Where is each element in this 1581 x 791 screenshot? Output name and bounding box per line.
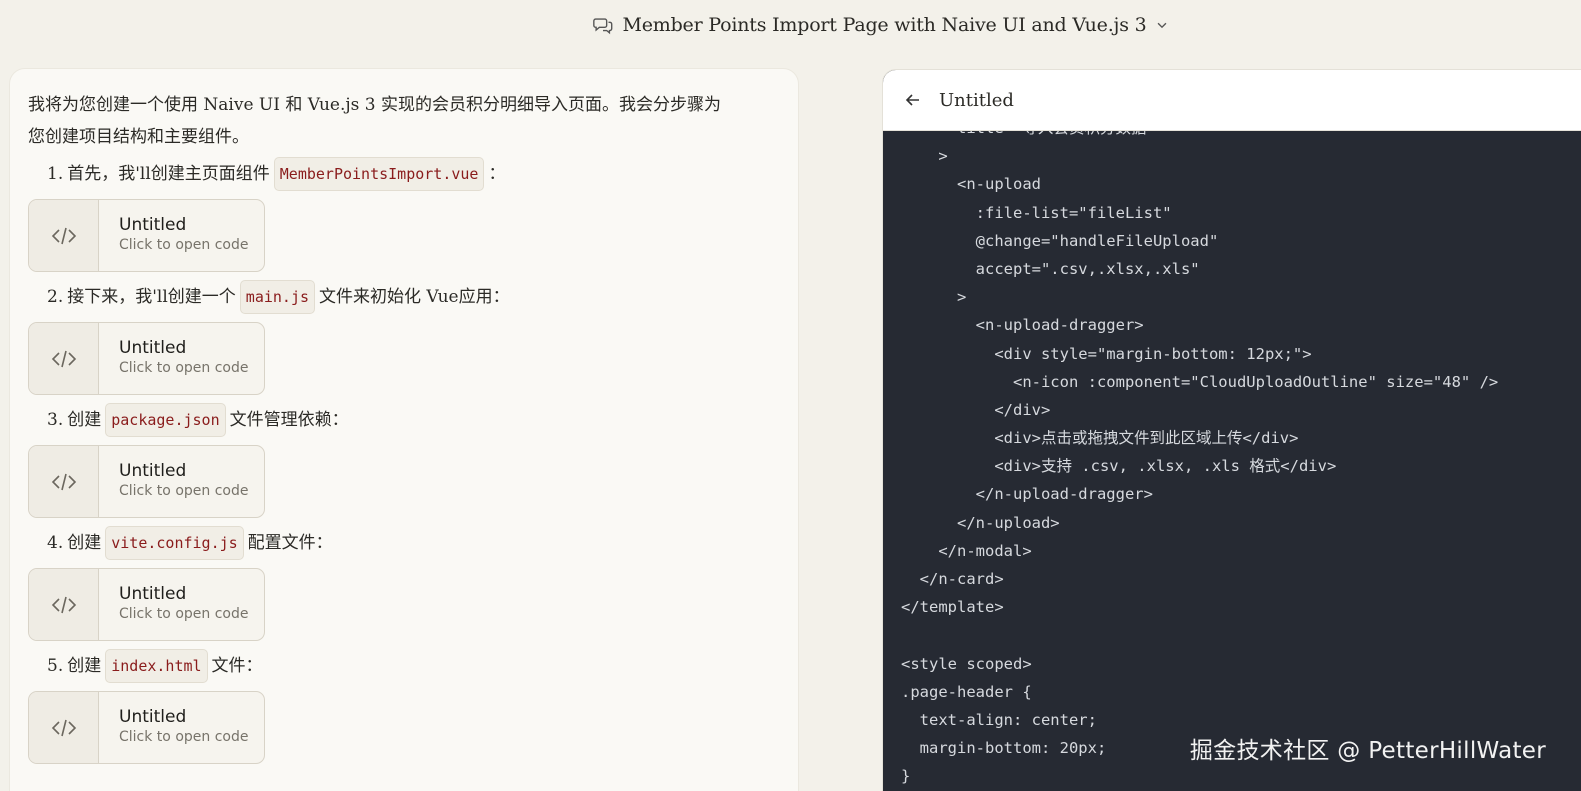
step-text-after: 文件管理依赖： [229, 410, 349, 430]
artifact-subtitle: Click to open code [119, 237, 249, 253]
artifact-card[interactable]: Untitled Click to open code [28, 445, 265, 518]
code-line: <n-upload [901, 175, 1041, 194]
inline-code: MemberPointsImport.vue [273, 157, 485, 191]
step-text: 接下来，我'll创建一个 [67, 287, 236, 307]
step-item: 1. 首先，我'll创建主页面组件 MemberPointsImport.vue： [28, 157, 780, 191]
steps-list: 1. 首先，我'll创建主页面组件 MemberPointsImport.vue： U… [28, 157, 780, 764]
artifact-card[interactable]: Untitled Click to open code [28, 691, 265, 764]
artifact-name: Untitled [119, 338, 187, 358]
inline-code: main.js [239, 280, 316, 314]
artifact-meta: Untitled Click to open code [99, 692, 248, 763]
code-line: <n-upload-dragger> [901, 316, 1144, 335]
arrow-left-icon[interactable] [903, 90, 923, 110]
code-brackets-icon [29, 446, 99, 517]
code-line: .page-header { [901, 682, 1032, 701]
watermark: 掘金技术社区 @ PetterHillWater [1189, 738, 1546, 764]
step-item: 4. 创建 vite.config.js 配置文件： [28, 526, 780, 560]
code-line: <style scoped> [901, 654, 1032, 673]
code-line: @change="handleFileUpload" [901, 231, 1219, 250]
artifact-meta: Untitled Click to open code [99, 446, 248, 517]
step-number: 5. [47, 656, 64, 676]
artifact-name: Untitled [119, 461, 187, 481]
code-line: } [901, 767, 911, 786]
conversation-title-dropdown[interactable]: Member Points Import Page with Naive UI … [592, 14, 1168, 36]
step-text-after: 配置文件： [247, 533, 333, 553]
code-brackets-icon [29, 692, 99, 763]
artifact-name: Untitled [119, 707, 187, 727]
inline-code: vite.config.js [105, 526, 244, 560]
artifact-card[interactable]: Untitled Click to open code [28, 322, 265, 395]
code-line: </n-modal> [901, 541, 1032, 560]
code-line: title="导入会员积分数据" [901, 131, 1498, 142]
step-item: 2. 接下来，我'll创建一个 main.js 文件来初始化 Vue应用： [28, 280, 780, 314]
artifact-meta: Untitled Click to open code [99, 323, 248, 394]
top-bar: Member Points Import Page with Naive UI … [0, 0, 1581, 50]
artifact-name: Untitled [119, 215, 187, 235]
code-panel-header: Untitled [883, 70, 1581, 131]
step-item: 5. 创建 index.html 文件： [28, 649, 780, 683]
code-lines: title="导入会员积分数据" > <n-upload :file-list=… [901, 131, 1498, 791]
step-text: 首先，我'll创建主页面组件 [67, 164, 270, 184]
code-line: > [901, 288, 967, 307]
step-number: 1. [47, 164, 64, 184]
code-line: </n-upload-dragger> [901, 485, 1153, 504]
chat-bubbles-icon [593, 18, 613, 35]
code-line: </template> [901, 598, 1004, 617]
step-text: 创建 [67, 656, 102, 676]
code-line: accept=".csv,.xlsx,.xls" [901, 259, 1200, 278]
conversation-title: Member Points Import Page with Naive UI … [622, 14, 1147, 36]
step-item: 3. 创建 package.json 文件管理依赖： [28, 403, 780, 437]
code-line: <div>支持 .csv, .xlsx, .xls 格式</div> [901, 457, 1337, 476]
code-brackets-icon [29, 323, 99, 394]
code-brackets-icon [29, 200, 99, 271]
artifact-subtitle: Click to open code [119, 360, 249, 376]
step-text-after: ： [488, 164, 506, 184]
code-viewer[interactable]: title="导入会员积分数据" > <n-upload :file-list=… [883, 131, 1581, 791]
code-line: <n-icon :component="CloudUploadOutline" … [901, 372, 1499, 391]
code-line: :file-list="fileList" [901, 203, 1172, 222]
artifact-card[interactable]: Untitled Click to open code [28, 568, 265, 641]
step-number: 2. [47, 287, 64, 307]
code-line: > [901, 147, 948, 166]
code-brackets-icon [29, 569, 99, 640]
artifact-subtitle: Click to open code [119, 483, 249, 499]
step-text: 创建 [67, 410, 102, 430]
artifact-subtitle: Click to open code [119, 729, 249, 745]
chevron-down-icon [1157, 22, 1166, 29]
step-text-after: 文件： [211, 656, 263, 676]
code-line: text-align: center; [901, 710, 1097, 729]
artifact-card[interactable]: Untitled Click to open code [28, 199, 265, 272]
code-panel-title: Untitled [939, 89, 1014, 111]
assistant-intro-text: 我将为您创建一个使用 Naive UI 和 Vue.js 3 实现的会员积分明细… [28, 95, 721, 147]
code-line: </n-upload> [901, 513, 1060, 532]
artifact-meta: Untitled Click to open code [99, 569, 248, 640]
code-line: </div> [901, 400, 1051, 419]
artifact-subtitle: Click to open code [119, 606, 249, 622]
code-artifact-panel: Untitled title="导入会员积分数据" > <n-upload :f… [882, 69, 1581, 791]
code-line: <div style="margin-bottom: 12px;"> [901, 344, 1312, 363]
step-number: 3. [47, 410, 64, 430]
step-text: 创建 [67, 533, 102, 553]
chat-message-panel: 我将为您创建一个使用 Naive UI 和 Vue.js 3 实现的会员积分明细… [9, 68, 799, 791]
inline-code: package.json [105, 403, 226, 437]
artifact-name: Untitled [119, 584, 187, 604]
artifact-meta: Untitled Click to open code [99, 200, 248, 271]
inline-code: index.html [105, 649, 208, 683]
code-line: </n-card> [901, 570, 1004, 588]
step-text-after: 文件来初始化 Vue应用： [319, 287, 510, 307]
step-number: 4. [47, 533, 64, 553]
code-line: <div>点击或拖拽文件到此区域上传</div> [901, 429, 1299, 448]
